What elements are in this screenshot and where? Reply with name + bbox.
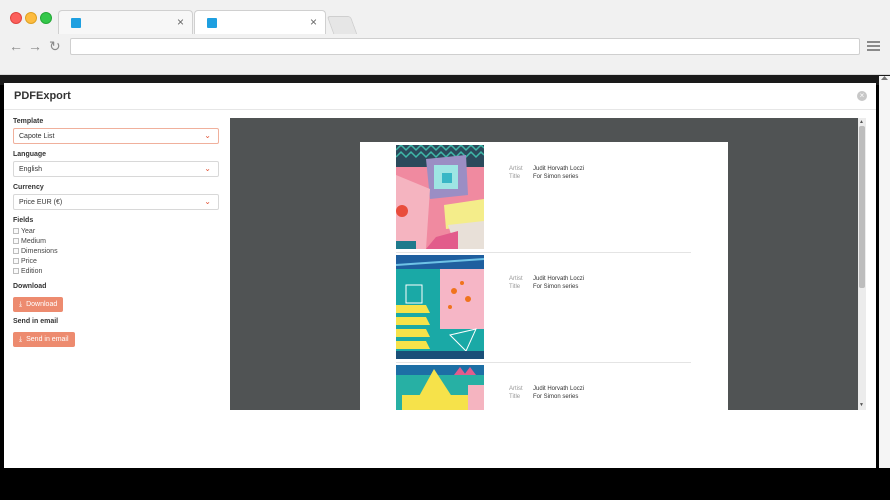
currency-select[interactable]: Price EUR (€) ⌄ <box>13 194 219 210</box>
language-label: Language <box>13 151 47 158</box>
minimize-window-button[interactable] <box>25 12 37 24</box>
download-label: Download <box>13 283 47 290</box>
maximize-window-button[interactable] <box>40 12 52 24</box>
forward-arrow-icon[interactable]: → <box>28 38 42 54</box>
back-arrow-icon[interactable]: ← <box>9 38 23 54</box>
send-email-button[interactable]: ⤓ Send in email <box>13 332 75 347</box>
checkbox[interactable] <box>13 238 19 244</box>
title-value: For Simon series <box>533 174 579 180</box>
close-window-button[interactable] <box>10 12 22 24</box>
bottom-frame <box>0 468 890 500</box>
field-label: Price <box>21 258 37 265</box>
field-checkbox-year[interactable]: Year <box>13 227 223 237</box>
artwork-image <box>396 365 484 410</box>
title-value: For Simon series <box>533 394 579 400</box>
field-checkbox-edition[interactable]: Edition <box>13 267 223 277</box>
artist-key: Artist <box>509 166 523 172</box>
download-icon: ⤓ <box>19 336 23 343</box>
field-checkbox-dimensions[interactable]: Dimensions <box>13 247 223 257</box>
close-icon[interactable]: × <box>857 91 867 101</box>
export-options-panel: Template Capote List ⌄ Language English … <box>13 118 223 347</box>
artwork-image <box>396 255 484 359</box>
url-bar[interactable] <box>70 38 860 55</box>
language-value: English <box>19 166 42 173</box>
send-email-label: Send in email <box>13 318 59 325</box>
scrollbar-thumb[interactable] <box>859 126 865 288</box>
field-checkbox-medium[interactable]: Medium <box>13 237 223 247</box>
checkbox[interactable] <box>13 228 19 234</box>
download-icon: ⤓ <box>19 301 23 308</box>
scroll-up-arrow-icon[interactable]: ▲ <box>859 119 864 125</box>
field-label: Medium <box>21 238 46 245</box>
divider <box>396 252 691 253</box>
divider <box>396 362 691 363</box>
tab-close-icon[interactable]: × <box>177 15 184 29</box>
language-select[interactable]: English ⌄ <box>13 161 219 177</box>
field-label: Edition <box>21 268 43 275</box>
title-key: Title <box>509 174 521 180</box>
browser-tab-2[interactable]: × <box>194 10 326 34</box>
artist-value: Judit Horvath Loczi <box>533 276 585 282</box>
reload-icon[interactable]: ↻ <box>49 38 61 54</box>
template-select[interactable]: Capote List ⌄ <box>13 128 219 144</box>
fields-label: Fields <box>13 217 34 224</box>
tab-close-icon[interactable]: × <box>310 15 317 29</box>
favicon-icon <box>207 18 217 28</box>
pdf-export-modal: PDFExport × Template Capote List ⌄ Langu… <box>4 83 876 468</box>
chevron-down-icon: ⌄ <box>204 164 211 173</box>
checkbox[interactable] <box>13 248 19 254</box>
artwork-meta: Artist Judit Horvath Loczi Title For Simon… <box>509 165 584 181</box>
artist-key: Artist <box>509 276 523 282</box>
download-button[interactable]: ⤓ Download <box>13 297 64 312</box>
checkbox[interactable] <box>13 268 19 274</box>
pdf-preview[interactable]: Artist Judit Horvath Loczi Title For Simon… <box>230 118 866 410</box>
field-checkbox-price[interactable]: Price <box>13 257 223 267</box>
scroll-down-arrow-icon[interactable]: ▼ <box>859 402 864 408</box>
artist-value: Judit Horvath Loczi <box>533 166 585 172</box>
currency-value: Price EUR (€) <box>19 199 63 206</box>
checkbox[interactable] <box>13 258 19 264</box>
preview-scrollbar[interactable]: ▲ ▼ <box>858 118 866 410</box>
template-label: Template <box>13 118 44 125</box>
artist-value: Judit Horvath Loczi <box>533 386 585 392</box>
modal-title: PDFExport <box>14 90 71 102</box>
page-scrollbar[interactable] <box>879 76 890 468</box>
hamburger-menu-icon[interactable] <box>867 41 880 51</box>
currency-label: Currency <box>13 184 44 191</box>
scroll-up-arrow-icon[interactable] <box>881 76 888 80</box>
title-key: Title <box>509 394 521 400</box>
browser-tab-1[interactable]: × <box>58 10 193 34</box>
favicon-icon <box>71 18 81 28</box>
title-value: For Simon series <box>533 284 579 290</box>
chevron-down-icon: ⌄ <box>204 197 211 206</box>
field-label: Dimensions <box>21 248 58 255</box>
modal-header: PDFExport × <box>4 83 876 110</box>
pdf-page: Artist Judit Horvath Loczi Title For Simon… <box>360 142 728 410</box>
artist-key: Artist <box>509 386 523 392</box>
new-tab-button[interactable] <box>326 16 358 34</box>
title-key: Title <box>509 284 521 290</box>
artwork-meta: Artist Judit Horvath Loczi Title For Simon… <box>509 385 584 401</box>
artwork-meta: Artist Judit Horvath Loczi Title For Simon… <box>509 275 584 291</box>
chevron-down-icon: ⌄ <box>204 131 211 140</box>
artwork-image <box>396 145 484 249</box>
field-label: Year <box>21 228 36 235</box>
browser-chrome: × × ← → ↻ <box>0 0 890 75</box>
template-value: Capote List <box>19 133 55 140</box>
send-email-button-label: Send in email <box>26 336 69 343</box>
download-button-label: Download <box>26 301 58 308</box>
